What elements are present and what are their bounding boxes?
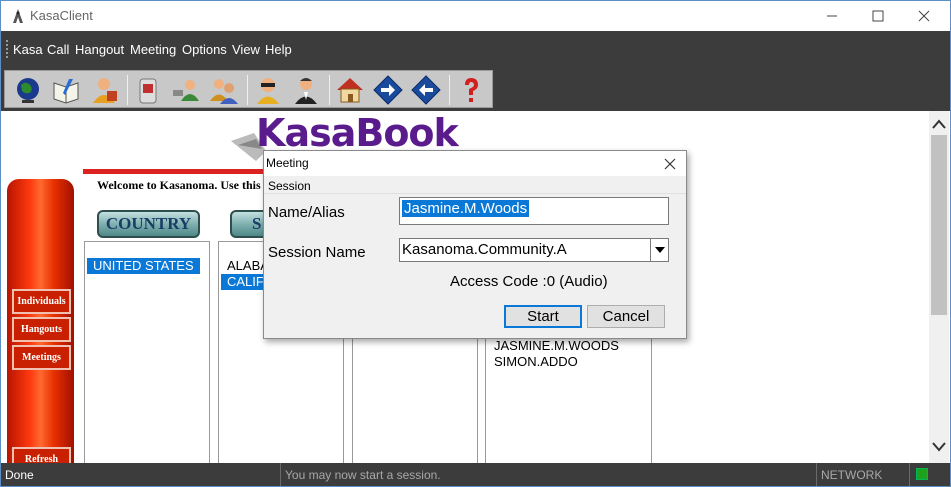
toolbar-sunglasses-button[interactable] xyxy=(251,73,285,107)
toolbar-help-button[interactable] xyxy=(454,73,488,107)
chevron-up-icon xyxy=(932,119,946,129)
menu-hangout[interactable]: Hangout xyxy=(75,42,124,57)
meeting-dialog: Meeting Session Name/Alias Jasmine.M.Woo… xyxy=(263,150,687,339)
dialog-title: Meeting xyxy=(266,156,309,170)
toolbar-group-button[interactable] xyxy=(207,73,241,107)
menu-call[interactable]: Call xyxy=(47,42,69,57)
welcome-text: Welcome to Kasanoma. Use this xyxy=(97,178,261,192)
kasa-logo-icon xyxy=(13,9,23,23)
globe-icon xyxy=(17,78,39,103)
menu-grip[interactable] xyxy=(6,40,8,58)
toolbar-contact-button[interactable] xyxy=(169,73,203,107)
help-icon xyxy=(465,78,478,102)
vertical-scrollbar[interactable] xyxy=(929,111,949,463)
close-button[interactable] xyxy=(901,1,947,31)
name-alias-value: Jasmine.M.Woods xyxy=(402,200,530,217)
arrow-right-icon xyxy=(373,75,403,105)
toolbar xyxy=(4,70,493,108)
toolbar-separator xyxy=(127,75,128,105)
toolbar-book-button[interactable] xyxy=(49,73,83,107)
sidebar-hangouts-button[interactable]: Hangouts xyxy=(12,317,71,342)
status-left: Done xyxy=(1,463,281,486)
toolbar-home-button[interactable] xyxy=(333,73,367,107)
menu-options[interactable]: Options xyxy=(182,42,227,57)
dialog-close-button[interactable] xyxy=(660,154,680,174)
list-item[interactable]: JASMINE.M.WOODS xyxy=(488,338,625,354)
app-window: KasaClient Kasa Call Hangout Meeting Opt… xyxy=(0,0,951,487)
menu-bar: Kasa Call Hangout Meeting Options View H… xyxy=(1,31,950,69)
session-name-value: Kasanoma.Community.A xyxy=(402,241,567,258)
scroll-down-button[interactable] xyxy=(929,437,949,457)
sunglasses-person-icon xyxy=(257,78,279,104)
user-profile-icon xyxy=(93,78,117,103)
menu-kasa[interactable]: Kasa xyxy=(13,42,43,57)
scroll-thumb[interactable] xyxy=(931,135,947,315)
group-icon xyxy=(210,79,238,104)
status-bar: Done You may now start a session. NETWOR… xyxy=(1,463,950,486)
menu-meeting[interactable]: Meeting xyxy=(130,42,176,57)
toolbar-forward-button[interactable] xyxy=(371,73,405,107)
cancel-button[interactable]: Cancel xyxy=(587,305,665,328)
header-stripe xyxy=(83,169,273,174)
access-code-text: Access Code :0 (Audio) xyxy=(450,273,608,290)
contact-icon xyxy=(173,80,199,101)
toolbar-profile-button[interactable] xyxy=(87,73,121,107)
toolbar-separator xyxy=(247,75,248,105)
country-list[interactable]: UNITED STATES xyxy=(84,241,210,463)
phone-icon xyxy=(139,78,157,104)
status-network: NETWORK xyxy=(817,463,910,486)
dialog-divider xyxy=(264,193,686,194)
home-icon xyxy=(337,78,363,103)
dialog-title-bar: Meeting xyxy=(264,151,686,176)
sidebar-refresh-button[interactable]: Refresh xyxy=(12,447,71,463)
sidebar-individuals-button[interactable]: Individuals xyxy=(12,289,71,314)
toolbar-back-button[interactable] xyxy=(409,73,443,107)
toolbar-area xyxy=(1,69,950,111)
start-button[interactable]: Start xyxy=(504,305,582,328)
toolbar-globe-button[interactable] xyxy=(11,73,45,107)
session-name-select[interactable]: Kasanoma.Community.A xyxy=(399,238,669,262)
session-dropdown-button[interactable] xyxy=(650,239,668,261)
sidebar-pillar: Individuals Hangouts Meetings Refresh xyxy=(7,179,74,463)
minimize-button[interactable] xyxy=(809,1,855,31)
chevron-down-icon xyxy=(932,442,946,452)
close-icon xyxy=(664,158,676,170)
sidebar-meetings-button[interactable]: Meetings xyxy=(12,345,71,370)
toolbar-separator xyxy=(449,75,450,105)
scroll-up-button[interactable] xyxy=(929,114,949,134)
window-title: KasaClient xyxy=(30,8,93,23)
book-icon xyxy=(53,79,79,104)
toolbar-phone-button[interactable] xyxy=(131,73,165,107)
maximize-icon xyxy=(872,10,884,22)
list-item[interactable]: UNITED STATES xyxy=(87,258,200,274)
session-name-label: Session Name xyxy=(268,244,366,261)
status-message: You may now start a session. xyxy=(281,463,817,486)
menu-view[interactable]: View xyxy=(232,42,260,57)
chevron-down-icon xyxy=(654,247,665,253)
maximize-button[interactable] xyxy=(855,1,901,31)
close-icon xyxy=(918,10,930,22)
arrow-left-icon xyxy=(411,75,441,105)
country-header[interactable]: COUNTRY xyxy=(97,210,200,238)
session-group-label: Session xyxy=(268,179,311,193)
list-item[interactable]: SIMON.ADDO xyxy=(488,354,584,370)
toolbar-separator xyxy=(329,75,330,105)
toolbar-agent-button[interactable] xyxy=(289,73,323,107)
network-indicator xyxy=(916,468,928,480)
menu-help[interactable]: Help xyxy=(265,42,292,57)
agent-icon xyxy=(295,78,317,104)
minimize-icon xyxy=(827,15,837,17)
name-alias-label: Name/Alias xyxy=(268,204,345,221)
title-bar: KasaClient xyxy=(1,1,950,31)
kasabook-logo: KasaBook xyxy=(256,111,459,155)
name-alias-input[interactable]: Jasmine.M.Woods xyxy=(399,197,669,225)
